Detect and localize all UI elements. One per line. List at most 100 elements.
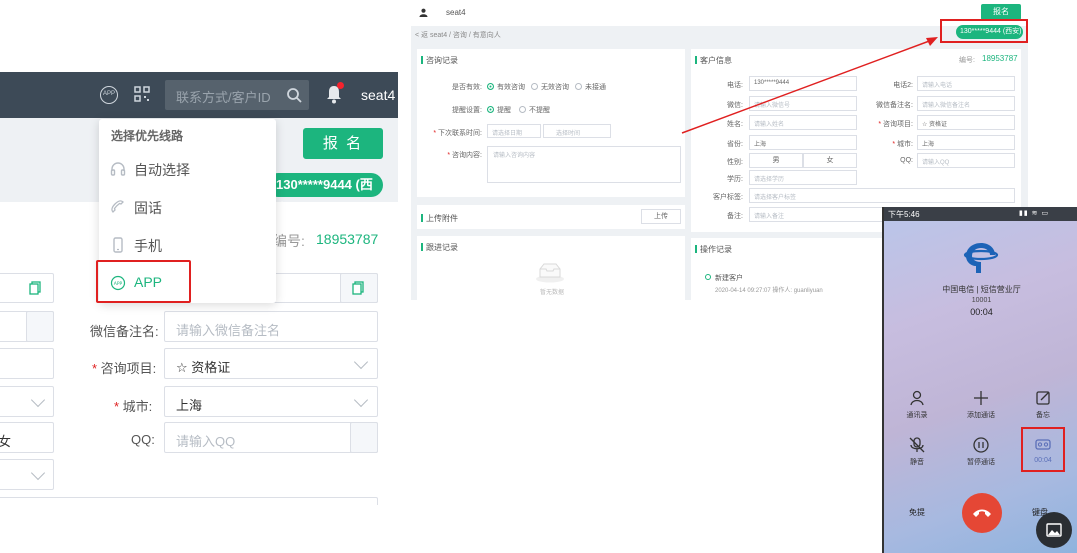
radio-valid[interactable] — [487, 83, 494, 90]
radio-label: 有效咨询 — [497, 84, 525, 91]
pause-call-button[interactable]: 暂停通话 — [956, 437, 1006, 467]
record-meta: 2020-04-14 09:27:07 操作人: guanliyuan — [715, 288, 823, 294]
phone-field-partial[interactable] — [0, 273, 54, 303]
copy-icon[interactable] — [29, 281, 41, 295]
contacts-button[interactable]: 通讯录 — [892, 390, 942, 420]
radio-not-connected[interactable] — [575, 83, 582, 90]
next-contact-time[interactable]: 选择时间 — [543, 124, 611, 138]
highlight-box-recording — [1021, 427, 1065, 472]
city-label: * 城市: — [114, 399, 153, 414]
menu-item-auto[interactable]: 自动选择 — [99, 150, 276, 188]
add-call-button[interactable]: 添加通话 — [956, 390, 1006, 420]
user-avatar-icon — [419, 8, 428, 17]
user-name[interactable]: seat4 — [361, 87, 395, 103]
consult-project-select[interactable]: ☆ 资格证 — [164, 348, 378, 379]
memo-button[interactable]: 备忘 — [1018, 390, 1068, 420]
search-placeholder: 联系方式/客户ID — [176, 90, 271, 105]
card-title: 咨询记录 — [421, 55, 458, 66]
menu-title: 选择优先线路 — [111, 129, 184, 143]
field-value: 上海 — [754, 142, 767, 148]
left-zoomed-view: APP 联系方式/客户ID seat4 报 名 130*****9444 (西安… — [0, 0, 398, 505]
mute-button[interactable]: 静音 — [892, 437, 942, 467]
highlight-box-app — [96, 260, 191, 303]
app-call-icon[interactable]: APP — [100, 86, 118, 104]
consult-project-value: ☆ 资格证 — [176, 360, 231, 375]
field-value: 上海 — [922, 142, 935, 148]
radio-label: 提醒 — [497, 107, 511, 114]
thumb-signup-button[interactable]: 报名 — [981, 4, 1021, 20]
menu-item-mobile[interactable]: 手机 — [99, 226, 276, 264]
gender-male-option[interactable]: 男 — [749, 153, 803, 168]
end-call-button[interactable] — [962, 493, 1002, 533]
radio-label: 不提醒 — [529, 107, 550, 114]
education-select-partial[interactable] — [0, 459, 54, 490]
gender-female-option[interactable]: 女 — [803, 153, 857, 168]
headset-icon — [110, 162, 126, 176]
status-time: 下午5:46 — [888, 210, 920, 219]
field-label: 省份: — [727, 141, 743, 148]
gender-female-label: 女 — [0, 434, 12, 449]
name-field-partial[interactable] — [0, 348, 54, 379]
customer-id-label: 编号: — [959, 57, 975, 64]
search-icon[interactable] — [286, 87, 302, 103]
copy-icon-2[interactable] — [352, 281, 364, 295]
phone-number-pill[interactable]: 130*****9444 (西安) — [266, 173, 383, 216]
chevron-down-icon — [30, 465, 46, 481]
menu-item-label: 自动选择 — [134, 162, 190, 178]
card-title: 上传附件 — [421, 213, 458, 224]
tags-field-partial[interactable] — [0, 497, 378, 505]
speaker-button[interactable]: 免提 — [909, 507, 925, 518]
thumb-breadcrumb[interactable]: < 返 seat4 / 咨询 / 有意向人 — [415, 30, 501, 40]
menu-item-landline[interactable]: 固话 — [99, 188, 276, 226]
next-contact-date[interactable]: 请选择日期 — [487, 124, 541, 138]
time-placeholder: 选择时间 — [556, 131, 581, 137]
education-select[interactable]: 请选择学历 — [749, 170, 857, 185]
gallery-button[interactable] — [1036, 512, 1072, 548]
contacts-icon — [910, 390, 924, 406]
signup-button[interactable]: 报 名 — [303, 128, 383, 159]
hang-up-icon — [973, 509, 991, 517]
follow-record-card: 跟进记录 暂无数据 — [417, 236, 685, 300]
china-telecom-logo-icon — [963, 243, 999, 273]
field-label: QQ: — [900, 157, 913, 164]
customer-tags-select[interactable]: 请选择客户标签 — [749, 188, 1015, 203]
mobile-icon — [113, 237, 123, 253]
province-select-partial[interactable] — [0, 386, 54, 417]
customer-search-input[interactable]: 联系方式/客户ID — [165, 80, 309, 110]
consult-record-card: 咨询记录 是否有效: 有效咨询 无效咨询 未接通 提醒设置: 提醒 不提醒 * … — [417, 49, 685, 197]
field-label: 备注: — [727, 213, 743, 220]
field-placeholder: 请选择学历 — [754, 177, 785, 183]
radio-remind[interactable] — [487, 106, 494, 113]
qr-code-icon[interactable] — [134, 86, 150, 102]
gender-female-option[interactable]: 女 — [0, 422, 54, 453]
qq-field[interactable]: 请输入QQ — [917, 153, 1015, 168]
radio-no-remind[interactable] — [519, 106, 526, 113]
button-label: 通讯录 — [906, 412, 928, 419]
customer-number-value: 18953787 — [316, 231, 379, 247]
timeline-dot — [705, 274, 711, 280]
wechat-remark-label: 微信备注名: — [90, 324, 159, 339]
wechat-field-addon — [26, 311, 54, 342]
menu-item-label: 固话 — [134, 200, 162, 216]
wechat-remark-input[interactable]: 请输入微信备注名 — [164, 311, 378, 342]
qq-input[interactable]: 请输入QQ — [164, 422, 378, 453]
date-placeholder: 请选择日期 — [492, 131, 523, 137]
radio-invalid[interactable] — [531, 83, 538, 90]
upload-button[interactable]: 上传 — [641, 209, 681, 224]
thumb-seat-name[interactable]: seat4 — [446, 8, 466, 17]
add-call-icon — [974, 391, 988, 405]
is-valid-label: 是否有效: — [452, 84, 482, 91]
remind-label: 提醒设置: — [452, 107, 482, 114]
consult-content-textarea[interactable]: 请输入咨询内容 — [487, 146, 681, 183]
button-label: 备忘 — [1036, 412, 1050, 419]
qq-addon — [350, 422, 378, 453]
caller-number: 10001 — [971, 297, 992, 304]
city-value: 上海 — [176, 398, 203, 413]
call-duration: 00:04 — [970, 307, 993, 317]
consult-project-label: * 咨询项目: — [92, 361, 157, 376]
record-event: 新建客户 — [715, 275, 743, 282]
mute-icon — [909, 437, 925, 453]
button-label: 静音 — [910, 459, 924, 466]
city-select[interactable]: 上海 — [164, 386, 378, 417]
qq-placeholder: 请输入QQ — [176, 434, 236, 449]
